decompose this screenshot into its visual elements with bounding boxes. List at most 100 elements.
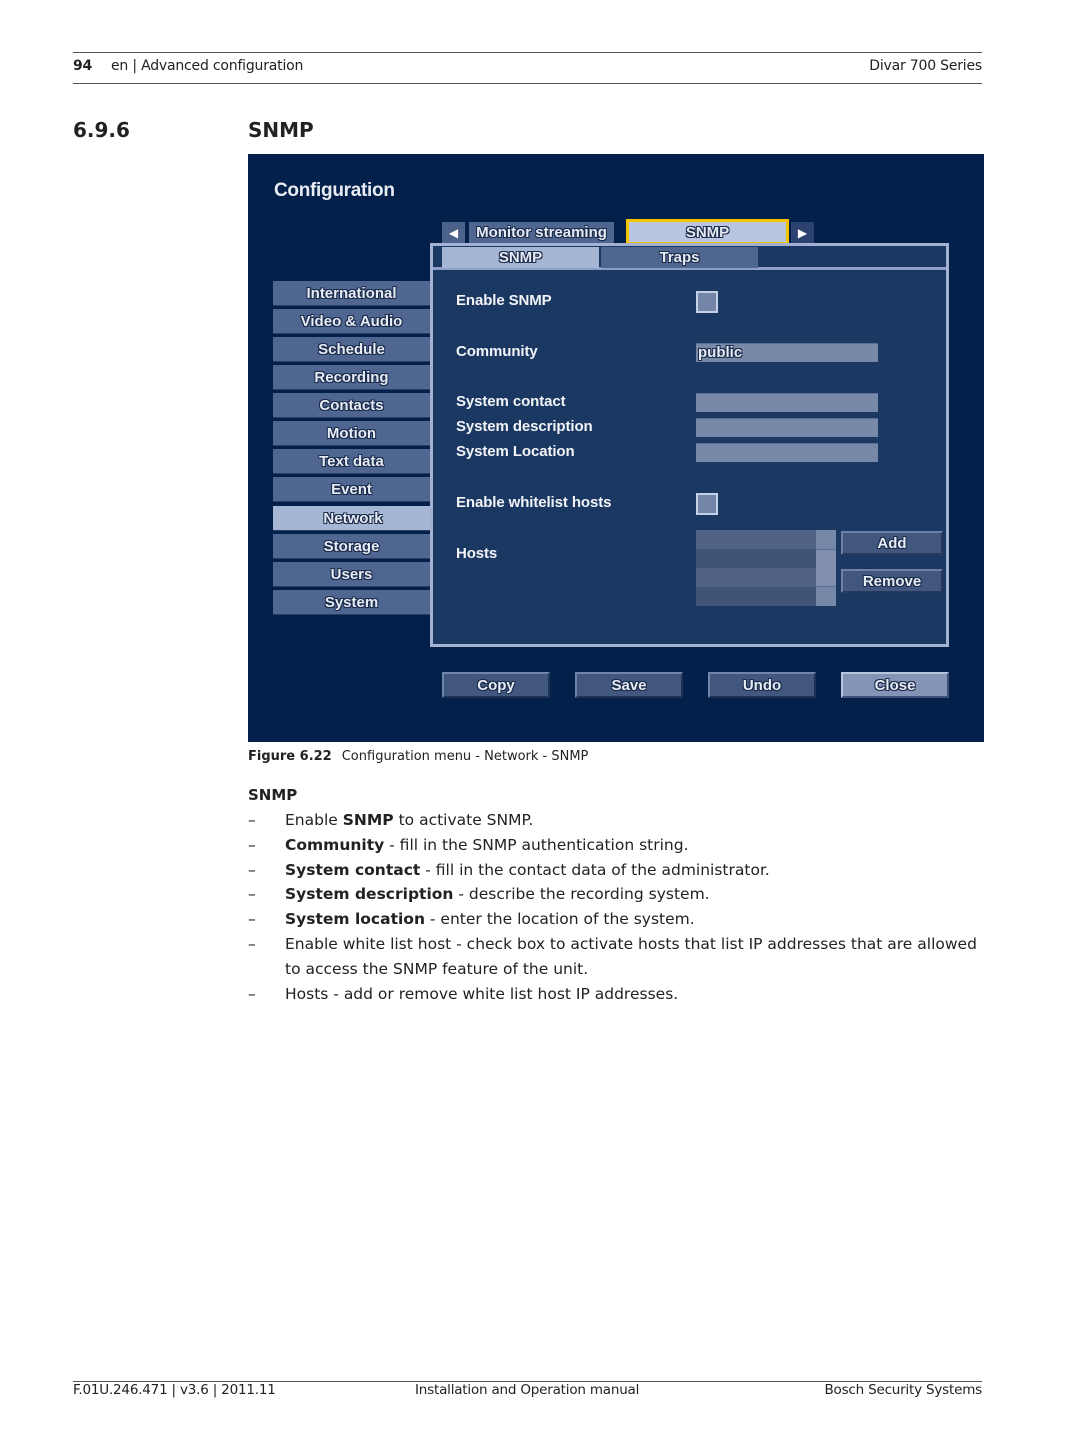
system-description-input[interactable]	[696, 418, 878, 437]
enable-snmp-checkbox[interactable]	[696, 291, 718, 313]
menu-item-label: Text data	[319, 452, 384, 470]
community-input[interactable]: public	[696, 343, 878, 362]
bullet-dash: –	[248, 934, 256, 953]
bullet-text-bold: System contact	[285, 860, 421, 879]
host-row[interactable]	[696, 587, 836, 606]
bullet-text-pre: Hosts - add or remove white list host IP…	[285, 984, 679, 1003]
bullet-text: Community - fill in the SNMP authenticat…	[285, 833, 988, 858]
close-button[interactable]: Close	[841, 672, 949, 698]
bullet-text-bold: System location	[285, 910, 425, 929]
menu-item-label: System	[324, 593, 379, 611]
button-label: Add	[877, 534, 907, 552]
bullet-text-bold: SNMP	[342, 811, 394, 829]
bullet-text: Hosts - add or remove white list host IP…	[285, 982, 988, 1007]
bullet-item: – System description - describe the recor…	[248, 882, 988, 907]
subtab-label: Traps	[659, 249, 700, 266]
menu-item-label: International	[306, 284, 397, 302]
bullet-list: – Enable SNMP to activate SNMP. – Community…	[248, 808, 988, 1006]
section-title: SNMP	[248, 118, 314, 142]
hosts-label: Hosts	[456, 545, 498, 562]
tab-monitor-streaming[interactable]: Monitor streaming	[469, 222, 614, 243]
bullet-text: System contact - fill in the contact dat…	[285, 858, 988, 883]
hosts-scrollbar[interactable]	[816, 530, 836, 606]
product-name: Divar 700 Series	[869, 58, 982, 74]
bullet-text: System description - describe the record…	[285, 882, 988, 907]
bullet-text-post: - fill in the SNMP authentication string…	[384, 835, 689, 854]
menu-item-recording[interactable]: Recording	[273, 365, 430, 390]
menu-item-label: Users	[330, 565, 373, 583]
menu-item-international[interactable]: International	[273, 281, 430, 306]
bullet-item: – System contact - fill in the contact da…	[248, 858, 988, 883]
figure-caption-text: Configuration menu - Network - SNMP	[341, 749, 589, 764]
bullet-text: Enable SNMP to activate SNMP.	[285, 808, 988, 833]
enable-snmp-label: Enable SNMP	[456, 292, 552, 309]
bullet-text-bold: Community	[285, 835, 385, 854]
menu-item-system[interactable]: System	[273, 590, 430, 615]
hosts-scrollbar-thumb[interactable]	[816, 549, 836, 587]
footer-company: Bosch Security Systems	[824, 1382, 982, 1398]
menu-item-event[interactable]: Event	[273, 477, 430, 502]
menu-item-label: Network	[323, 509, 383, 527]
configuration-title: Configuration	[274, 180, 395, 201]
tab-label: Monitor streaming	[476, 224, 607, 241]
sub-tab-bar: SNMP Traps	[433, 246, 946, 270]
tab-snmp[interactable]: SNMP	[626, 219, 789, 245]
page-number: 94	[73, 58, 93, 74]
system-description-label: System description	[456, 418, 593, 435]
triangle-right-icon: ▶	[797, 225, 808, 240]
menu-item-schedule[interactable]: Schedule	[273, 337, 430, 362]
host-row[interactable]	[696, 530, 836, 549]
add-host-button[interactable]: Add	[841, 531, 943, 555]
menu-item-label: Storage	[323, 537, 380, 555]
subtab-label: SNMP	[498, 249, 543, 266]
undo-button[interactable]: Undo	[708, 672, 816, 698]
menu-item-label: Motion	[326, 424, 377, 442]
tab-scroll-right-button[interactable]: ▶	[791, 222, 814, 243]
header-top-rule	[73, 52, 982, 53]
bullet-item: – Community - fill in the SNMP authentica…	[248, 833, 988, 858]
menu-item-text-data[interactable]: Text data	[273, 449, 430, 474]
bullet-text-post: to activate SNMP.	[393, 811, 534, 829]
tab-scroll-left-button[interactable]: ◀	[442, 222, 465, 243]
menu-item-motion[interactable]: Motion	[273, 421, 430, 446]
bullet-text: Enable white list host - check box to ac…	[285, 932, 988, 982]
save-button[interactable]: Save	[575, 672, 683, 698]
footer-doc-id: F.01U.246.471 | v3.6 | 2011.11	[73, 1382, 276, 1398]
snmp-settings-panel: SNMP Traps Enable SNMP Community public …	[430, 243, 949, 647]
menu-item-label: Contacts	[319, 396, 384, 414]
menu-item-label: Recording	[314, 368, 389, 386]
system-location-label: System Location	[456, 443, 575, 460]
bullet-dash: –	[248, 984, 256, 1003]
bullet-dash: –	[248, 811, 256, 829]
menu-item-video-audio[interactable]: Video & Audio	[273, 309, 430, 334]
system-location-input[interactable]	[696, 443, 878, 462]
menu-item-storage[interactable]: Storage	[273, 534, 430, 559]
section-number: 6.9.6	[73, 118, 130, 142]
host-row[interactable]	[696, 549, 836, 568]
host-row[interactable]	[696, 568, 836, 587]
button-label: Close	[874, 676, 916, 694]
remove-host-button[interactable]: Remove	[841, 569, 943, 593]
button-label: Copy	[477, 676, 515, 694]
subtab-snmp[interactable]: SNMP	[442, 247, 599, 268]
footer-manual-title: Installation and Operation manual	[415, 1382, 640, 1398]
community-label: Community	[456, 343, 538, 360]
subtab-traps[interactable]: Traps	[601, 247, 758, 268]
hosts-list[interactable]	[696, 530, 836, 606]
menu-item-label: Schedule	[318, 340, 385, 358]
button-label: Save	[611, 676, 647, 694]
copy-button[interactable]: Copy	[442, 672, 550, 698]
triangle-left-icon: ◀	[448, 225, 459, 240]
menu-item-network[interactable]: Network	[273, 506, 433, 531]
bullet-dash: –	[248, 885, 256, 904]
menu-item-users[interactable]: Users	[273, 562, 430, 587]
system-contact-input[interactable]	[696, 393, 878, 412]
menu-item-contacts[interactable]: Contacts	[273, 393, 430, 418]
bullet-text-pre: Enable white list host - check box to ac…	[285, 934, 977, 978]
enable-whitelist-checkbox[interactable]	[696, 493, 718, 515]
bullet-item: – Enable white list host - check box to a…	[248, 932, 988, 982]
header-bottom-rule	[73, 83, 982, 84]
configuration-screenshot: Configuration ◀ Monitor streaming SNMP ▶…	[248, 154, 984, 742]
bullet-text: System location - enter the location of …	[285, 907, 988, 932]
button-label: Remove	[862, 572, 922, 590]
